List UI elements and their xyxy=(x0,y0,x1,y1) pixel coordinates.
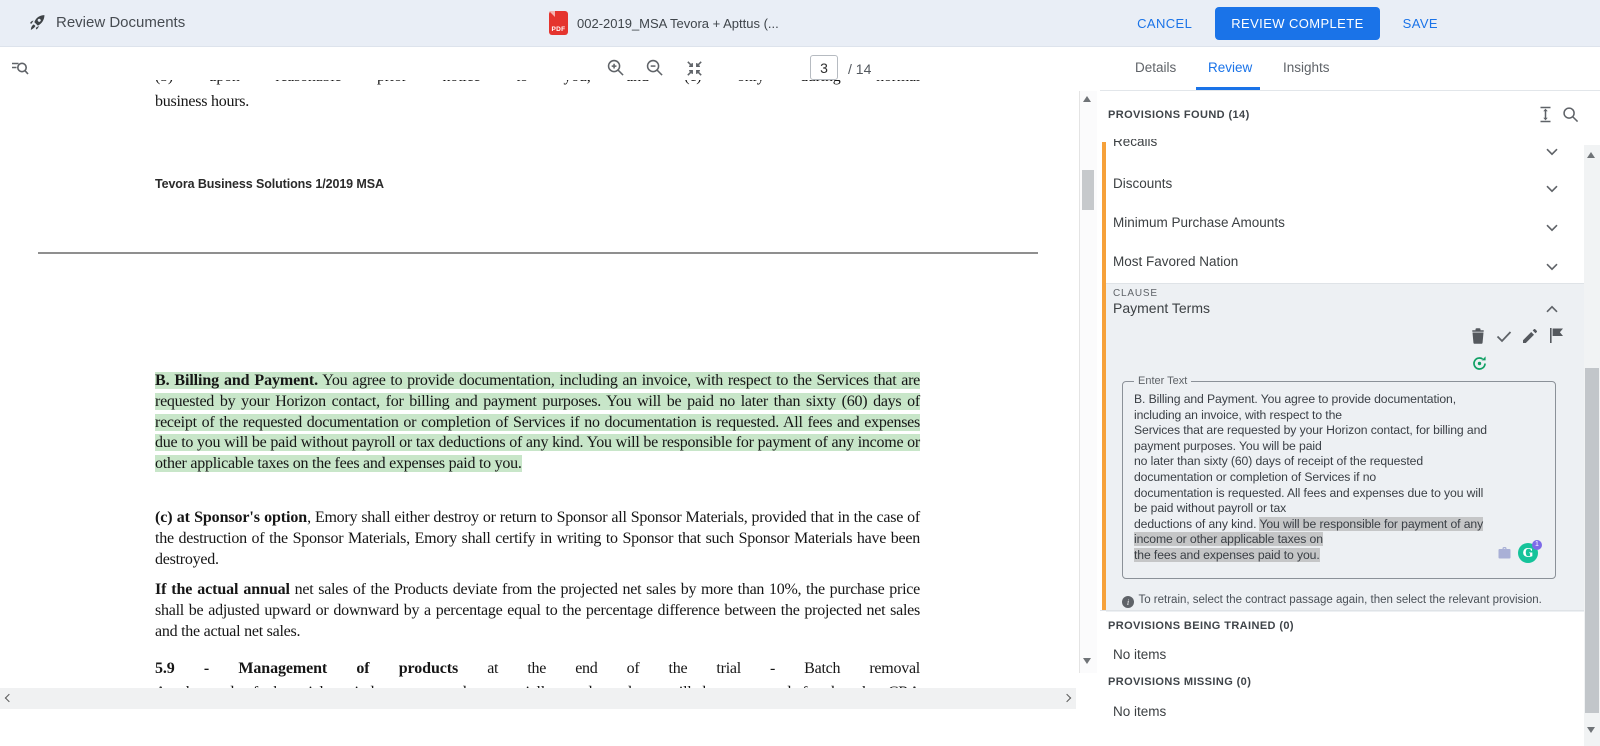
document-page-footer: Tevora Business Solutions 1/2019 MSA xyxy=(155,177,384,191)
being-trained-empty: No items xyxy=(1113,647,1166,662)
chevron-down-icon[interactable] xyxy=(1546,219,1558,237)
highlighted-clause-paragraph[interactable]: B. Billing and Payment. You agree to pro… xyxy=(155,371,920,475)
scroll-right-icon[interactable] xyxy=(1063,694,1071,702)
document-name: 002-2019_MSA Tevora + Apttus (... xyxy=(577,16,779,31)
provision-item-minimum-purchase[interactable]: Minimum Purchase Amounts xyxy=(1113,215,1285,230)
panel-scroll-thumb[interactable] xyxy=(1585,368,1599,713)
clause-text-content[interactable]: B. Billing and Payment. You agree to pro… xyxy=(1134,392,1542,564)
rocket-icon xyxy=(26,12,47,38)
provision-item-recalls[interactable]: Recalls xyxy=(1113,139,1413,152)
tab-insights[interactable]: Insights xyxy=(1283,60,1330,75)
document-text-line[interactable]: business hours. xyxy=(155,92,249,113)
panel-section-divider xyxy=(1100,610,1584,611)
clause-text-field-label: Enter Text xyxy=(1134,375,1191,387)
scroll-down-icon[interactable] xyxy=(1083,658,1091,664)
search-provisions-icon[interactable] xyxy=(1562,106,1579,123)
retrain-icon[interactable] xyxy=(1471,355,1488,372)
provision-group-accent-bar xyxy=(1102,142,1106,611)
provision-item-discounts[interactable]: Discounts xyxy=(1113,176,1172,191)
assistant-icon[interactable] xyxy=(1498,546,1511,564)
review-documents-app: Review Documents PDF 002-2019_MSA Tevora… xyxy=(0,0,1600,746)
clipped-document-line: (b) upon reasonable prior notice to you,… xyxy=(155,80,920,89)
scroll-down-icon[interactable] xyxy=(1587,727,1595,733)
missing-empty: No items xyxy=(1113,704,1166,719)
approve-icon[interactable] xyxy=(1496,330,1512,343)
document-scroll-thumb[interactable] xyxy=(1082,170,1094,210)
delete-icon[interactable] xyxy=(1471,328,1485,344)
expand-all-icon[interactable] xyxy=(1538,106,1553,123)
clause-kicker: CLAUSE xyxy=(1113,288,1158,299)
info-icon: i xyxy=(1122,596,1134,608)
panel-divider xyxy=(1100,90,1600,91)
pdf-file-icon: PDF xyxy=(549,11,568,35)
search-document-icon[interactable] xyxy=(10,58,30,78)
edit-icon[interactable] xyxy=(1523,329,1537,343)
scroll-up-icon[interactable] xyxy=(1083,96,1091,102)
zoom-in-icon[interactable] xyxy=(606,58,625,77)
page-number-input[interactable] xyxy=(810,55,838,80)
chevron-down-icon[interactable] xyxy=(1546,180,1558,198)
provision-item-most-favored-nation[interactable]: Most Favored Nation xyxy=(1113,254,1238,269)
page-total: / 14 xyxy=(848,61,871,77)
document-paragraph[interactable]: (c) at Sponsor's option, Emory shall eit… xyxy=(155,508,920,570)
cancel-button[interactable]: CANCEL xyxy=(1127,8,1202,39)
document-horizontal-scrollbar[interactable] xyxy=(0,688,1076,709)
document-paragraph[interactable]: If the actual annual net sales of the Pr… xyxy=(155,580,920,642)
zoom-out-icon[interactable] xyxy=(645,58,664,77)
fit-to-page-icon[interactable] xyxy=(685,59,704,78)
tab-details[interactable]: Details xyxy=(1135,60,1176,75)
scroll-up-icon[interactable] xyxy=(1587,152,1595,158)
scroll-left-icon[interactable] xyxy=(5,694,13,702)
document-paragraph[interactable]: 5.9 - Management of products at the end … xyxy=(155,659,920,680)
chevron-down-icon[interactable] xyxy=(1546,258,1558,276)
chevron-up-icon[interactable] xyxy=(1546,300,1558,318)
flag-icon[interactable] xyxy=(1550,328,1563,343)
tab-review[interactable]: Review xyxy=(1208,60,1252,75)
review-complete-button[interactable]: REVIEW COMPLETE xyxy=(1215,7,1379,40)
topbar-actions: CANCEL REVIEW COMPLETE SAVE xyxy=(1127,0,1448,46)
retrain-note: i To retrain, select the contract passag… xyxy=(1122,590,1562,608)
grammarly-badge: 1 xyxy=(1532,540,1542,550)
provisions-found-title: PROVISIONS FOUND (14) xyxy=(1108,109,1250,121)
provisions-missing-title: PROVISIONS MISSING (0) xyxy=(1108,676,1251,688)
chevron-down-icon[interactable] xyxy=(1546,143,1558,161)
page-boundary-line xyxy=(38,252,1038,254)
grammarly-icon[interactable]: G 1 xyxy=(1518,543,1538,563)
save-button[interactable]: SAVE xyxy=(1393,8,1448,39)
page-title: Review Documents xyxy=(56,14,185,31)
provisions-being-trained-title: PROVISIONS BEING TRAINED (0) xyxy=(1108,620,1294,632)
clause-name[interactable]: Payment Terms xyxy=(1113,300,1210,316)
